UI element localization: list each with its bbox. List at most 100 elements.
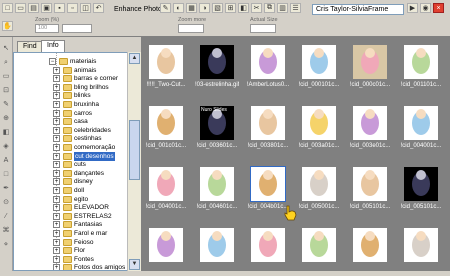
browse-icon[interactable]: ▣ — [41, 3, 52, 13]
eraser-tool-icon[interactable]: ◧ — [2, 129, 10, 137]
expand-icon[interactable]: + — [53, 75, 60, 83]
tool-icon-9[interactable]: ⧉ — [264, 3, 275, 13]
fill-tool-icon[interactable]: ◈ — [2, 143, 10, 151]
scroll-thumb[interactable] — [129, 120, 140, 180]
expand-icon[interactable]: + — [53, 247, 60, 255]
thumbnail-item[interactable]: !cid_000101c... — [297, 41, 341, 93]
open-icon[interactable]: ▭ — [15, 3, 26, 13]
thumbnail-item[interactable] — [195, 224, 239, 276]
scan-icon[interactable]: ◫ — [80, 3, 91, 13]
expand-icon[interactable]: + — [53, 144, 60, 151]
expand-icon[interactable]: + — [53, 161, 60, 169]
play-icon[interactable]: ▶ — [407, 3, 418, 13]
expand-icon[interactable]: + — [53, 204, 60, 212]
thumbnail-item[interactable]: !cid_003e01c... — [348, 102, 392, 154]
expand-icon[interactable]: + — [53, 212, 60, 220]
shape-tool-icon[interactable]: □ — [2, 171, 10, 179]
expand-icon[interactable]: + — [53, 118, 60, 126]
new-icon[interactable]: □ — [2, 3, 13, 13]
thumbnail-item[interactable]: !!!!!_Two-Cut... — [144, 41, 188, 93]
thumbnail-item[interactable]: !cid_003801c... — [246, 102, 290, 154]
text-tool-icon[interactable]: A — [2, 157, 10, 165]
expand-icon[interactable]: + — [53, 264, 60, 270]
close-icon[interactable]: × — [433, 3, 444, 13]
expand-icon[interactable]: + — [53, 83, 60, 91]
thumbnail-item[interactable] — [144, 224, 188, 276]
settings-icon[interactable]: ◉ — [420, 3, 431, 13]
scroll-up-icon[interactable]: ▲ — [129, 53, 140, 64]
tool-icon-5[interactable]: ▧ — [212, 3, 223, 13]
expand-icon[interactable]: + — [53, 255, 60, 263]
thumbnail-item[interactable] — [297, 224, 341, 276]
clone-tool-icon[interactable]: ⊕ — [2, 115, 10, 123]
crop-tool-icon[interactable]: ⊡ — [2, 87, 10, 95]
thumbnail-item[interactable] — [348, 224, 392, 276]
expand-icon[interactable]: + — [53, 221, 60, 229]
tool-icon-11[interactable]: ☰ — [290, 3, 301, 13]
expand-icon[interactable]: + — [53, 178, 60, 186]
thumbnail-caption: !cid_003601c... — [196, 143, 238, 149]
print-icon[interactable]: ▫ — [67, 3, 78, 13]
thumbnail-item[interactable]: !cid_001c01c... — [144, 102, 188, 154]
thumbnail-item[interactable]: !03-estrelinha.gif — [195, 41, 239, 93]
zoom-tool-icon[interactable]: ⌕ — [2, 59, 10, 67]
tool-icon-3[interactable]: ▦ — [186, 3, 197, 13]
thumbnail-item[interactable]: !cid_005101c... — [399, 163, 443, 215]
expand-icon[interactable]: + — [53, 66, 60, 74]
expand-icon[interactable]: + — [53, 230, 60, 237]
picture-tube-icon[interactable]: ⊙ — [2, 199, 10, 207]
thumbnail-item[interactable]: !cid_004001c... — [399, 102, 443, 154]
actual-size-input[interactable] — [250, 24, 276, 33]
folder-icon[interactable]: ▤ — [28, 3, 39, 13]
undo-icon[interactable]: ↶ — [93, 3, 104, 13]
expand-icon[interactable]: + — [53, 101, 60, 108]
thumbnail-item[interactable]: !AmberLotus0... — [246, 41, 290, 93]
save-icon[interactable]: ▪ — [54, 3, 65, 13]
thumbnail-item[interactable]: !cid_004601c... — [195, 163, 239, 215]
expand-icon[interactable]: + — [53, 195, 60, 203]
tool-icon-6[interactable]: ⊞ — [225, 3, 236, 13]
thumbnail-item[interactable] — [246, 224, 290, 276]
dropper-tool-icon[interactable]: ⁄ — [2, 213, 10, 221]
tool-icon-2[interactable]: ◐ — [173, 3, 184, 13]
expand-icon[interactable]: + — [53, 152, 60, 160]
expand-icon[interactable]: + — [53, 92, 60, 100]
thumbnail-item[interactable] — [399, 224, 443, 276]
browser-combo[interactable]: Cris Taylor-SilviaFrame — [312, 4, 404, 15]
thumbnail-item[interactable]: !cid_001101c... — [399, 41, 443, 93]
thumbnail-image — [149, 45, 183, 79]
pointer-tool-icon[interactable]: ↖ — [2, 45, 10, 53]
tool-icon-1[interactable]: ✎ — [160, 3, 171, 13]
thumbnail-item[interactable]: !cid_000c01c... — [348, 41, 392, 93]
thumbnail-item[interactable]: !cid_004001c... — [144, 163, 188, 215]
expand-icon[interactable]: + — [53, 109, 60, 117]
brush-tool-icon[interactable]: ✎ — [2, 101, 10, 109]
tab-info[interactable]: Info — [41, 40, 65, 52]
thumbnail-item[interactable]: !cid_005001c... — [297, 163, 341, 215]
retouch-tool-icon[interactable]: ⋄ — [2, 241, 10, 249]
expand-icon[interactable]: + — [53, 187, 60, 194]
scroll-down-icon[interactable]: ▼ — [129, 259, 140, 270]
zoom-slider[interactable] — [62, 24, 92, 33]
warp-tool-icon[interactable]: ⌘ — [2, 227, 10, 235]
expand-icon[interactable]: + — [53, 126, 60, 134]
expand-icon[interactable]: + — [53, 135, 60, 143]
hand-icon[interactable]: ✋ — [2, 21, 13, 31]
zoom-input[interactable]: 100 — [35, 24, 59, 33]
tool-icon-10[interactable]: ▥ — [277, 3, 288, 13]
selection-tool-icon[interactable]: ▭ — [2, 73, 10, 81]
collapse-icon[interactable]: − — [49, 58, 56, 65]
thumbnail-item[interactable]: !cid_003a01c... — [297, 102, 341, 154]
tool-icon-8[interactable]: ✂ — [251, 3, 262, 13]
thumbnail-item[interactable]: Nuro Slides !cid_003601c... — [195, 102, 239, 154]
zoom-more-input[interactable] — [178, 24, 204, 33]
pen-tool-icon[interactable]: ✒ — [2, 185, 10, 193]
tool-icon-4[interactable]: ◑ — [199, 3, 210, 13]
expand-icon[interactable]: + — [53, 169, 60, 177]
thumbnail-face — [212, 170, 222, 180]
tool-icon-7[interactable]: ◧ — [238, 3, 249, 13]
thumbnail-item[interactable]: !cid_005101c... — [348, 163, 392, 215]
expand-icon[interactable]: + — [53, 238, 60, 246]
tree-scrollbar[interactable]: ▲ ▼ — [127, 52, 141, 271]
tab-find[interactable]: Find — [17, 41, 43, 52]
